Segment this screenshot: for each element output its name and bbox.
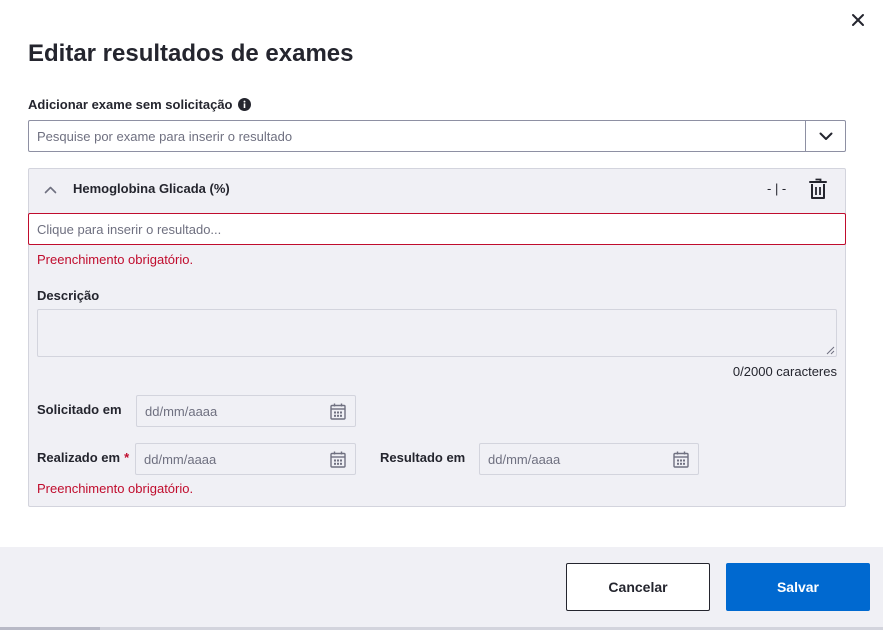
save-button[interactable]: Salvar — [726, 563, 870, 611]
chevron-down-icon — [819, 132, 832, 140]
requested-date-input[interactable] — [145, 403, 329, 419]
performed-date-label-text: Realizado em — [37, 450, 121, 465]
exam-search-select[interactable] — [28, 120, 846, 152]
close-icon — [852, 14, 864, 26]
cancel-button[interactable]: Cancelar — [566, 563, 710, 611]
exam-reference-value: - | - — [767, 181, 787, 196]
exam-search-dropdown-button[interactable] — [805, 121, 845, 151]
performed-date-error-message: Preenchimento obrigatório. — [37, 481, 194, 496]
resize-handle-icon[interactable] — [825, 345, 835, 355]
calendar-icon[interactable] — [329, 402, 347, 420]
exam-card: Hemoglobina Glicada (%) - | - Preenchime… — [28, 168, 846, 507]
delete-exam-button[interactable] — [807, 177, 829, 201]
description-label: Descrição — [37, 288, 100, 303]
add-exam-label-text: Adicionar exame sem solicitação — [28, 97, 233, 112]
modal-title: Editar resultados de exames — [28, 40, 354, 67]
required-asterisk: * — [124, 450, 130, 465]
collapse-exam-button[interactable] — [41, 181, 59, 199]
calendar-icon[interactable] — [672, 450, 690, 468]
close-button[interactable] — [846, 8, 870, 32]
calendar-icon[interactable] — [329, 450, 347, 468]
performed-date-input[interactable] — [144, 451, 329, 467]
modal-footer: Cancelar Salvar — [0, 547, 883, 630]
performed-date-label: Realizado em * — [37, 450, 129, 465]
info-icon[interactable] — [238, 98, 252, 111]
exam-search-input[interactable] — [29, 121, 805, 151]
result-date-input[interactable] — [488, 451, 672, 467]
result-error-message: Preenchimento obrigatório. — [37, 252, 194, 267]
exam-name: Hemoglobina Glicada (%) — [73, 181, 230, 196]
trash-icon — [809, 178, 827, 199]
requested-date-field[interactable] — [136, 395, 356, 427]
performed-date-field[interactable] — [135, 443, 356, 475]
result-date-field[interactable] — [479, 443, 699, 475]
add-exam-label: Adicionar exame sem solicitação — [28, 97, 252, 112]
exam-card-header: Hemoglobina Glicada (%) - | - — [29, 169, 845, 213]
chevron-up-icon — [44, 186, 56, 194]
result-date-label: Resultado em — [380, 450, 466, 465]
requested-date-label: Solicitado em — [37, 402, 122, 417]
description-textarea[interactable] — [37, 309, 837, 357]
exam-result-input[interactable] — [28, 213, 846, 245]
description-char-counter: 0/2000 caracteres — [732, 364, 837, 379]
